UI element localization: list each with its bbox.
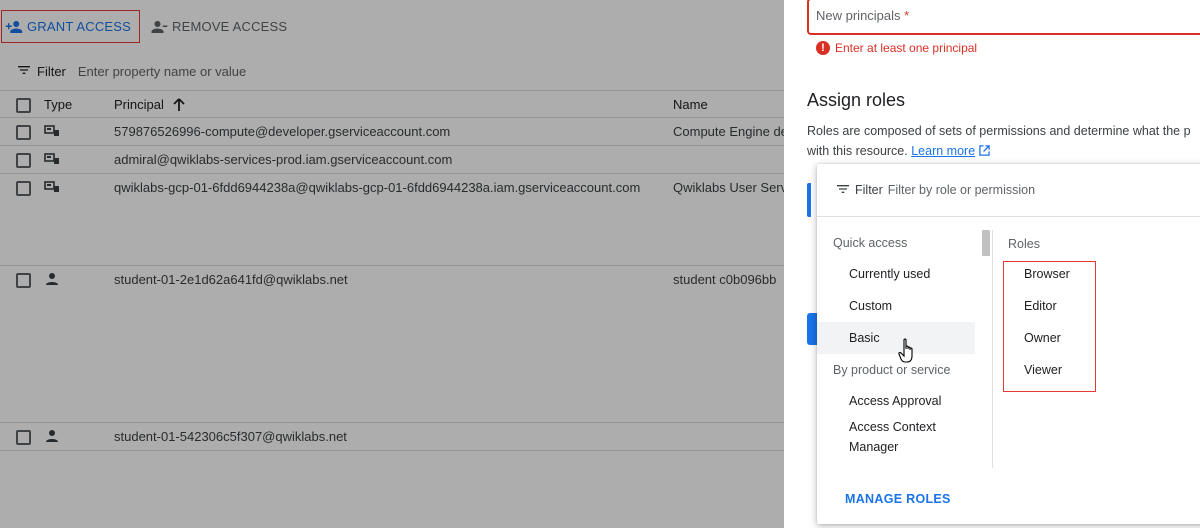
role-viewer[interactable]: Viewer [1024, 363, 1062, 377]
principals-table: Type Principal Name 579876526996-compute… [0, 90, 784, 451]
principal-cell: student-01-542306c5f307@qwiklabs.net [114, 429, 347, 444]
role-filter-input[interactable]: Filter by role or permission [888, 183, 1035, 197]
hand-cursor-icon [898, 338, 918, 364]
role-editor[interactable]: Editor [1024, 299, 1057, 313]
new-principals-label-text: New principals [816, 8, 901, 23]
column-header-name[interactable]: Name [673, 97, 708, 112]
category-access-context-manager[interactable]: Access Context Manager [817, 415, 957, 459]
table-filter[interactable]: Filter Enter property name or value [0, 56, 784, 86]
filter-label: Filter [37, 63, 66, 79]
row-checkbox[interactable] [16, 153, 31, 168]
learn-more-text: Learn more [911, 144, 976, 158]
column-header-principal[interactable]: Principal [114, 97, 186, 114]
open-in-new-icon [978, 142, 990, 162]
assign-desc-line-2: with this resource. [807, 144, 908, 158]
filter-icon [16, 62, 32, 81]
role-browser[interactable]: Browser [1024, 267, 1070, 281]
learn-more-link[interactable]: Learn more [911, 144, 975, 158]
service-account-icon [44, 180, 60, 197]
service-account-icon [44, 152, 60, 169]
roles-header: Roles [1008, 237, 1040, 251]
row-checkbox[interactable] [16, 273, 31, 288]
row-checkbox[interactable] [16, 125, 31, 140]
principal-cell: 579876526996-compute@developer.gservicea… [114, 124, 451, 139]
role-filter[interactable]: Filter Filter by role or permission [817, 164, 1200, 217]
role-picker-dropdown: Filter Filter by role or permission Quic… [817, 164, 1200, 524]
remove-person-icon [150, 18, 168, 36]
assign-desc-line-1: Roles are composed of sets of permission… [807, 124, 1191, 138]
role-owner[interactable]: Owner [1024, 331, 1061, 345]
grant-access-label: GRANT ACCESS [27, 19, 132, 34]
grant-access-button[interactable]: GRANT ACCESS [1, 10, 141, 43]
assign-roles-title: Assign roles [807, 90, 906, 110]
add-person-icon [5, 18, 23, 36]
name-cell: student c0b096bb [673, 272, 777, 287]
arrow-up-icon [173, 98, 186, 114]
error-text: Enter at least one principal [835, 41, 978, 55]
person-icon [44, 272, 60, 289]
role-filter-label: Filter [855, 183, 883, 197]
iam-table-area: GRANT ACCESS REMOVE ACCESS Filter Enter … [0, 0, 784, 528]
category-access-approval[interactable]: Access Approval [817, 385, 975, 417]
remove-access-button[interactable]: REMOVE ACCESS [150, 10, 287, 43]
name-cell: Qwiklabs User Serv [673, 180, 784, 195]
iam-page: GRANT ACCESS REMOVE ACCESS Filter Enter … [0, 0, 1200, 528]
row-checkbox[interactable] [16, 430, 31, 445]
category-currently-used[interactable]: Currently used [817, 258, 975, 290]
role-select-field[interactable] [807, 183, 811, 217]
table-row: admiral@qwiklabs-services-prod.iam.gserv… [0, 146, 784, 174]
picker-divider [992, 230, 993, 468]
filter-icon [835, 181, 851, 200]
error-icon: ! [816, 41, 830, 55]
column-header-type[interactable]: Type [44, 97, 72, 112]
filter-input[interactable]: Enter property name or value [78, 64, 246, 79]
table-row: student-01-542306c5f307@qwiklabs.net [0, 423, 784, 451]
table-header-row: Type Principal Name [0, 90, 784, 118]
principal-header-label: Principal [114, 97, 164, 112]
principal-error-message: ! Enter at least one principal [816, 41, 977, 55]
category-scrollbar[interactable] [982, 230, 990, 256]
service-account-icon [44, 124, 60, 141]
table-row: student-01-2e1d62a641fd@qwiklabs.net stu… [0, 266, 784, 423]
remove-access-label: REMOVE ACCESS [172, 19, 288, 34]
quick-access-header: Quick access [833, 236, 908, 250]
principal-cell: student-01-2e1d62a641fd@qwiklabs.net [114, 272, 348, 287]
assign-roles-description: Roles are composed of sets of permission… [807, 121, 1200, 162]
new-principals-label: New principals * [816, 8, 909, 23]
principal-cell: admiral@qwiklabs-services-prod.iam.gserv… [114, 152, 453, 167]
table-row: qwiklabs-gcp-01-6fdd6944238a@qwiklabs-gc… [0, 174, 784, 266]
person-icon [44, 429, 60, 446]
category-custom[interactable]: Custom [817, 290, 975, 322]
row-checkbox[interactable] [16, 181, 31, 196]
by-product-header: By product or service [833, 363, 951, 377]
table-row: 579876526996-compute@developer.gservicea… [0, 118, 784, 146]
required-mark: * [904, 8, 910, 23]
category-basic[interactable]: Basic [817, 322, 975, 354]
name-cell: Compute Engine de [673, 124, 784, 139]
select-all-checkbox[interactable] [16, 98, 31, 113]
principal-cell: qwiklabs-gcp-01-6fdd6944238a@qwiklabs-gc… [114, 180, 641, 195]
manage-roles-button[interactable]: MANAGE ROLES [845, 492, 951, 506]
